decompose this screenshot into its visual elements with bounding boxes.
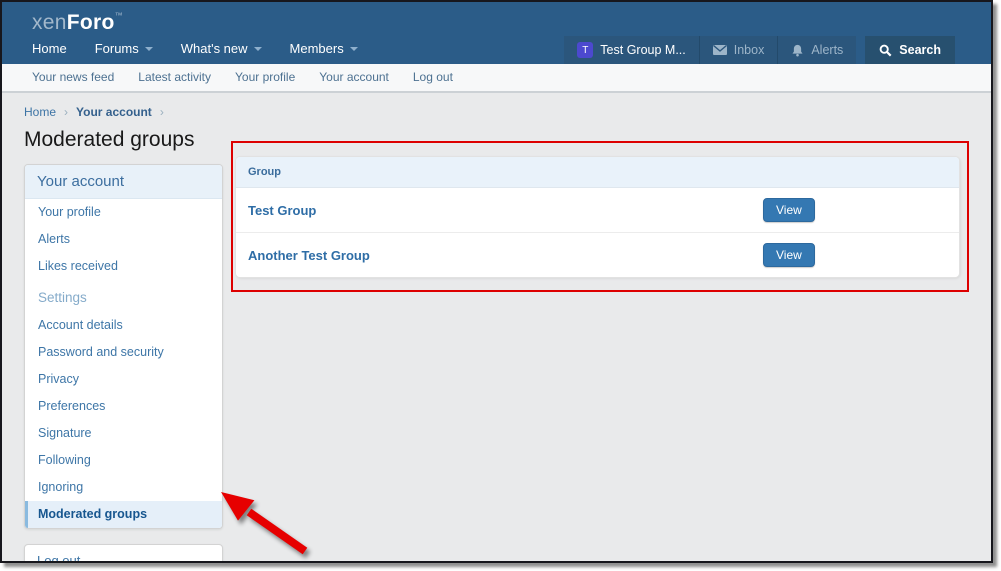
sidebar-item-label: Likes received <box>38 259 118 273</box>
sidebar-item[interactable]: Your profile <box>25 199 222 226</box>
table-row: Another Test Group View <box>236 232 959 277</box>
breadcrumb-home[interactable]: Home <box>24 105 56 119</box>
sidebar-item[interactable]: Signature <box>25 420 222 447</box>
nav-link[interactable]: Members <box>290 41 358 56</box>
chevron-down-icon <box>254 47 262 51</box>
sidebar-item[interactable]: Ignoring <box>25 474 222 501</box>
subnav-link[interactable]: Latest activity <box>138 70 211 84</box>
sidebar-item-label: Signature <box>38 426 92 440</box>
breadcrumb-separator: › <box>64 105 68 119</box>
secondary-nav: Your news feed Latest activity Your prof… <box>2 64 991 93</box>
main-column: Group Test Group View <box>231 141 969 292</box>
chevron-down-icon <box>145 47 153 51</box>
envelope-icon <box>713 45 727 55</box>
sidebar-item-label: Privacy <box>38 372 79 386</box>
sidebar-item[interactable]: Settings <box>25 280 222 312</box>
sidebar-item-label: Following <box>38 453 91 467</box>
subnav-link[interactable]: Your news feed <box>32 70 114 84</box>
sidebar-item-label: Password and security <box>38 345 164 359</box>
sidebar-item[interactable]: Alerts <box>25 226 222 253</box>
subnav-link[interactable]: Your account <box>319 70 389 84</box>
account-label: Test Group M... <box>600 43 685 57</box>
nav-link[interactable]: Forums <box>95 41 153 56</box>
search-button[interactable]: Search <box>865 36 955 64</box>
breadcrumb-separator: › <box>160 105 164 119</box>
page-body: Home › Your account › Moderated groups Y… <box>2 93 991 563</box>
logo-suffix: Foro <box>67 11 115 34</box>
highlight-box: Group Test Group View <box>231 141 969 292</box>
nav-link[interactable]: What's new <box>181 41 262 56</box>
screenshot-frame: xenForo™ Home Forums What's new <box>0 0 993 563</box>
sidebar-header-your-account[interactable]: Your account <box>25 165 222 199</box>
logo-trademark: ™ <box>115 11 123 20</box>
sidebar-item[interactable]: Password and security <box>25 339 222 366</box>
group-name-link[interactable]: Another Test Group <box>248 248 763 263</box>
chevron-down-icon <box>350 47 358 51</box>
bell-icon <box>791 44 804 57</box>
account-tab-group: T Test Group M... Inbox Alerts <box>564 36 856 64</box>
content-row: Your account Your profile Alerts Likes r… <box>24 164 969 563</box>
account-nav-block: Your account Your profile Alerts Likes r… <box>24 164 223 529</box>
nav-link-label: Members <box>290 41 344 56</box>
inbox-tab[interactable]: Inbox <box>699 36 778 64</box>
nav-link-label: What's new <box>181 41 248 56</box>
sidebar-items: Your profile Alerts Likes received Setti… <box>25 199 222 528</box>
group-column-header: Group <box>236 157 959 188</box>
logo-prefix: xen <box>32 11 67 34</box>
sidebar-item[interactable]: Privacy <box>25 366 222 393</box>
alerts-label: Alerts <box>811 43 843 57</box>
view-button[interactable]: View <box>763 243 815 267</box>
nav-link[interactable]: Home <box>32 41 67 56</box>
sidebar-item[interactable]: Preferences <box>25 393 222 420</box>
nav-link-label: Forums <box>95 41 139 56</box>
sidebar-item-label: Your profile <box>38 205 101 219</box>
logout-block: Log out <box>24 544 223 563</box>
sidebar-item-label: Alerts <box>38 232 70 246</box>
primary-nav: Home Forums What's new Members <box>32 41 358 56</box>
subnav-link[interactable]: Log out <box>413 70 453 84</box>
sidebar-item[interactable]: Moderated groups <box>25 501 222 528</box>
action-cell: View <box>763 198 947 222</box>
action-cell: View <box>763 243 947 267</box>
view-button[interactable]: View <box>763 198 815 222</box>
group-name-link[interactable]: Test Group <box>248 203 763 218</box>
subnav-link[interactable]: Your profile <box>235 70 295 84</box>
breadcrumb: Home › Your account › <box>24 105 969 119</box>
avatar: T <box>577 42 593 58</box>
nav-link-label: Home <box>32 41 67 56</box>
group-rows: Test Group View Another Test Group V <box>236 188 959 277</box>
sidebar-item-label: Account details <box>38 318 123 332</box>
sidebar-item-label: Preferences <box>38 399 105 413</box>
sidebar-item-label: Ignoring <box>38 480 83 494</box>
alerts-tab[interactable]: Alerts <box>777 36 856 64</box>
sidebar-item-label: Moderated groups <box>38 507 147 521</box>
account-tab[interactable]: T Test Group M... <box>564 36 698 64</box>
logout-link[interactable]: Log out <box>25 545 222 563</box>
sidebar-item-label: Settings <box>38 290 87 305</box>
navbar-right-cluster: T Test Group M... Inbox Alerts <box>564 36 955 64</box>
sidebar-item[interactable]: Account details <box>25 312 222 339</box>
sidebar-item[interactable]: Likes received <box>25 253 222 280</box>
sidebar: Your account Your profile Alerts Likes r… <box>24 164 223 563</box>
breadcrumb-current[interactable]: Your account <box>76 105 152 119</box>
top-navbar: xenForo™ Home Forums What's new <box>2 2 991 64</box>
search-label: Search <box>899 43 941 57</box>
sidebar-item[interactable]: Following <box>25 447 222 474</box>
moderated-groups-card: Group Test Group View <box>236 157 959 277</box>
search-icon <box>879 44 892 57</box>
inbox-label: Inbox <box>734 43 765 57</box>
table-row: Test Group View <box>236 188 959 232</box>
xenforo-logo[interactable]: xenForo™ <box>32 11 123 35</box>
